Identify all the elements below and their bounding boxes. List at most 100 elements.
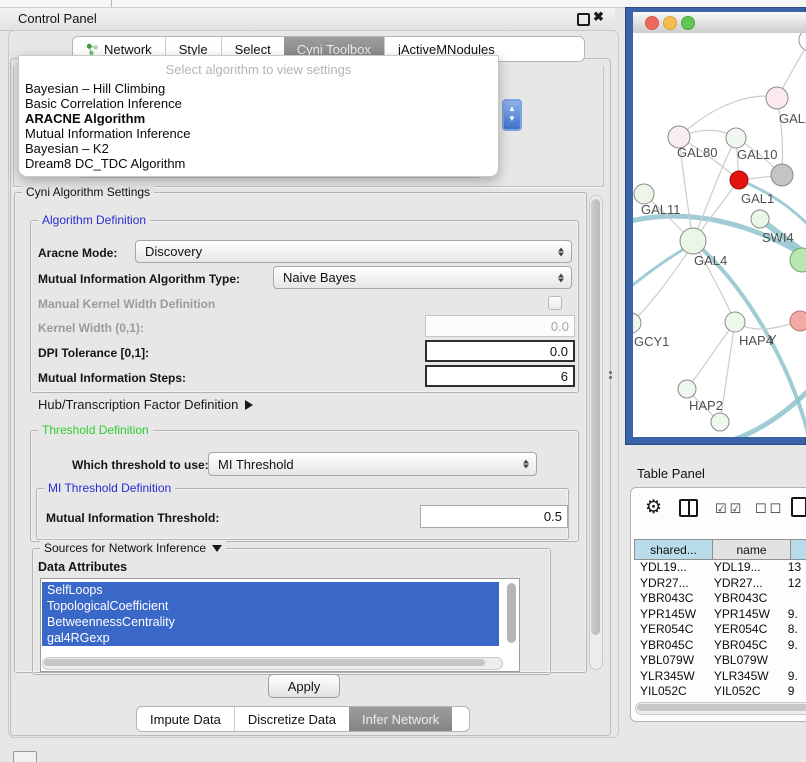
table-row[interactable]: YIL052CYIL052C9	[634, 684, 806, 700]
bottom-tab-impute-data[interactable]: Impute Data	[137, 707, 234, 731]
network-node[interactable]	[790, 248, 806, 272]
column-layout-icon[interactable]	[679, 499, 698, 517]
network-node[interactable]	[799, 33, 806, 51]
network-edge[interactable]	[633, 245, 691, 293]
dpi-tolerance-field[interactable]: 0.0	[425, 340, 575, 362]
select-all-checkboxes-icon[interactable]: ☑☑	[715, 501, 744, 517]
dropdown-item[interactable]: Bayesian – Hill Climbing	[23, 81, 494, 96]
dropdown-item[interactable]: Basic Correlation Inference	[23, 96, 494, 111]
table-row[interactable]: YER054CYER054C8.	[634, 622, 806, 638]
attribute-item-selected[interactable]: TopologicalCoefficient	[42, 598, 499, 614]
which-threshold-value: MI Threshold	[218, 457, 294, 472]
dropdown-item[interactable]: Mutual Information Inference	[23, 126, 494, 141]
table-hscrollbar[interactable]	[635, 702, 806, 715]
mi-algorithm-type-combo[interactable]: Naive Bayes	[273, 266, 572, 289]
table-cell: YPR145W	[708, 607, 782, 623]
cyni-algorithm-settings-title: Cyni Algorithm Settings	[22, 185, 154, 199]
table-cell: 9.	[782, 638, 806, 654]
screen: Control Panel ✖ ▲▼ NetworkStyleSelectCyn…	[0, 0, 806, 762]
algorithm-combo-spinner-partial[interactable]: ▲▼	[502, 99, 522, 131]
panel-splitter-handle[interactable]	[609, 369, 612, 381]
kernel-width-field[interactable]: 0.0	[425, 315, 575, 337]
network-window-titlebar[interactable]	[633, 12, 806, 34]
column-header-name[interactable]: name	[713, 539, 791, 560]
manual-kernel-width-checkbox[interactable]	[548, 296, 562, 310]
export-table-icon[interactable]	[791, 497, 806, 517]
attribute-item-selected[interactable]: SelfLoops	[42, 582, 499, 598]
network-edge[interactable]	[777, 98, 782, 175]
network-node-hap4[interactable]	[725, 312, 745, 332]
table-row[interactable]: YLR345WYLR345W9.	[634, 669, 806, 685]
network-node-gal4[interactable]	[680, 228, 706, 254]
which-threshold-label: Which threshold to use:	[72, 458, 209, 472]
attribute-item-selected[interactable]: gal4RGexp	[42, 630, 499, 646]
bottom-tab-infer-network[interactable]: Infer Network	[349, 707, 452, 731]
minimize-traffic-light[interactable]	[663, 16, 677, 30]
column-header-clipped[interactable]	[791, 539, 806, 560]
aracne-mode-combo[interactable]: Discovery	[135, 240, 572, 263]
dropdown-item[interactable]: Bayesian – K2	[23, 141, 494, 156]
network-node-gal11[interactable]	[634, 184, 654, 204]
list-hscrollbar-thumb[interactable]	[44, 659, 485, 666]
table-cell: YIL052C	[634, 684, 708, 700]
sources-group-title[interactable]: Sources for Network Inference	[40, 541, 226, 555]
column-header-shared...[interactable]: shared...	[634, 539, 713, 560]
network-graph: GAL2GAL80GAL10GAL1GAL11SWI4GAL4GCY1HAP4Y…	[633, 33, 806, 437]
table-row[interactable]: YBR043CYBR043C	[634, 591, 806, 607]
network-edge[interactable]	[679, 96, 777, 137]
network-node-swi4[interactable]	[751, 210, 769, 228]
float-window-icon[interactable]	[577, 13, 590, 26]
hub-transcription-factor-label: Hub/Transcription Factor Definition	[38, 397, 238, 412]
mi-steps-label: Mutual Information Steps:	[38, 371, 186, 385]
apply-button[interactable]: Apply	[268, 674, 340, 698]
network-node-gal2[interactable]	[766, 87, 788, 109]
node-label: GAL11	[641, 202, 681, 217]
close-traffic-light[interactable]	[645, 16, 659, 30]
settings-scrollbar[interactable]	[589, 195, 603, 670]
network-view-frame[interactable]: GAL2GAL80GAL10GAL1GAL11SWI4GAL4GCY1HAP4Y…	[625, 7, 806, 445]
table-hscrollbar-thumb[interactable]	[637, 704, 806, 711]
network-node[interactable]	[711, 413, 729, 431]
mi-steps-field[interactable]: 6	[425, 365, 575, 387]
network-node-gal1[interactable]	[730, 171, 748, 189]
network-node-gcy1[interactable]	[633, 313, 641, 333]
table-cell: YIL052C	[708, 684, 782, 700]
data-attributes-list[interactable]: SelfLoopsTopologicalCoefficientBetweenne…	[40, 578, 520, 672]
dropdown-item[interactable]: Dream8 DC_TDC Algorithm	[23, 156, 494, 171]
dropdown-item[interactable]: ARACNE Algorithm	[23, 111, 494, 126]
gear-icon[interactable]: ⚙	[645, 496, 662, 519]
dock-widget-partial[interactable]	[13, 751, 37, 762]
deselect-all-checkboxes-icon[interactable]: ☐☐	[755, 501, 784, 517]
network-edge[interactable]	[687, 322, 735, 389]
list-vscrollbar-thumb[interactable]	[507, 583, 516, 643]
network-node-y[interactable]	[790, 311, 806, 331]
table-row[interactable]: YPR145WYPR145W9.	[634, 607, 806, 623]
network-canvas[interactable]: GAL2GAL80GAL10GAL1GAL11SWI4GAL4GCY1HAP4Y…	[633, 33, 806, 437]
hub-transcription-factor-section[interactable]: Hub/Transcription Factor Definition	[38, 397, 253, 412]
list-hscrollbar[interactable]	[42, 657, 503, 670]
data-attributes-label: Data Attributes	[38, 560, 127, 574]
mi-threshold-field[interactable]: 0.5	[420, 505, 568, 528]
node-label: GAL4	[694, 253, 727, 268]
bottom-tab-discretize-data[interactable]: Discretize Data	[234, 707, 349, 731]
threshold-definition-title: Threshold Definition	[38, 423, 153, 437]
close-icon[interactable]: ✖	[593, 9, 604, 25]
attribute-item-selected[interactable]: BetweennessCentrality	[42, 614, 499, 630]
dpi-tolerance-label: DPI Tolerance [0,1]:	[38, 346, 149, 360]
settings-scrollbar-thumb[interactable]	[591, 199, 600, 635]
table-row[interactable]: YBR045CYBR045C9.	[634, 638, 806, 654]
network-node-gal10[interactable]	[726, 128, 746, 148]
network-node[interactable]	[771, 164, 793, 186]
which-threshold-combo[interactable]: MI Threshold	[208, 452, 537, 476]
table-row[interactable]: YBL079WYBL079W	[634, 653, 806, 669]
hidden-group-right-edge	[603, 66, 604, 187]
algorithm-dropdown-popup: Select algorithm to view settings Bayesi…	[18, 55, 499, 177]
network-edge[interactable]	[633, 245, 693, 323]
table-panel-title: Table Panel	[637, 466, 705, 481]
zoom-traffic-light[interactable]	[681, 16, 695, 30]
network-node-hap2[interactable]	[678, 380, 696, 398]
table-row[interactable]: YDR27...YDR27...12	[634, 576, 806, 592]
table-cell: YDR27...	[708, 576, 782, 592]
table-row[interactable]: YDL19...YDL19...13	[634, 560, 806, 576]
table-cell: 9	[782, 684, 806, 700]
